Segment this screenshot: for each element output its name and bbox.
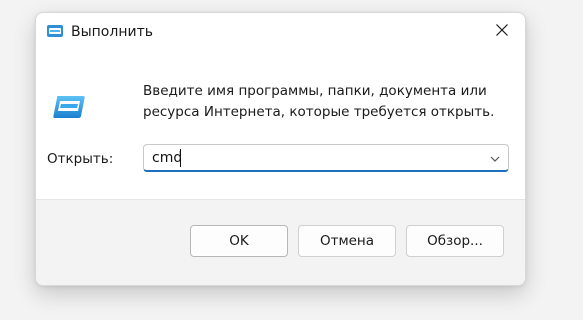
run-dialog: Выполнить Введите имя программы, папки, … [35, 12, 526, 286]
open-input[interactable] [152, 148, 472, 168]
open-label: Открыть: [47, 151, 114, 167]
description-text: Введите имя программы, папки, документа … [143, 83, 495, 120]
title-bar[interactable]: Выполнить [36, 13, 525, 51]
window-title: Выполнить [71, 24, 153, 40]
close-button[interactable] [479, 13, 525, 49]
ok-button[interactable]: OK [190, 225, 288, 257]
run-icon [46, 23, 64, 39]
desktop-background: Выполнить Введите имя программы, папки, … [0, 0, 583, 320]
close-icon [495, 22, 509, 41]
dialog-body: Введите имя программы, папки, документа … [36, 51, 525, 199]
open-combobox[interactable] [143, 144, 509, 172]
run-program-icon [52, 95, 86, 119]
cancel-button[interactable]: Отмена [298, 225, 396, 257]
dialog-footer: OK Отмена Обзор... [36, 199, 525, 285]
text-caret [180, 149, 181, 167]
chevron-down-icon[interactable] [488, 151, 502, 165]
browse-button[interactable]: Обзор... [406, 225, 504, 257]
